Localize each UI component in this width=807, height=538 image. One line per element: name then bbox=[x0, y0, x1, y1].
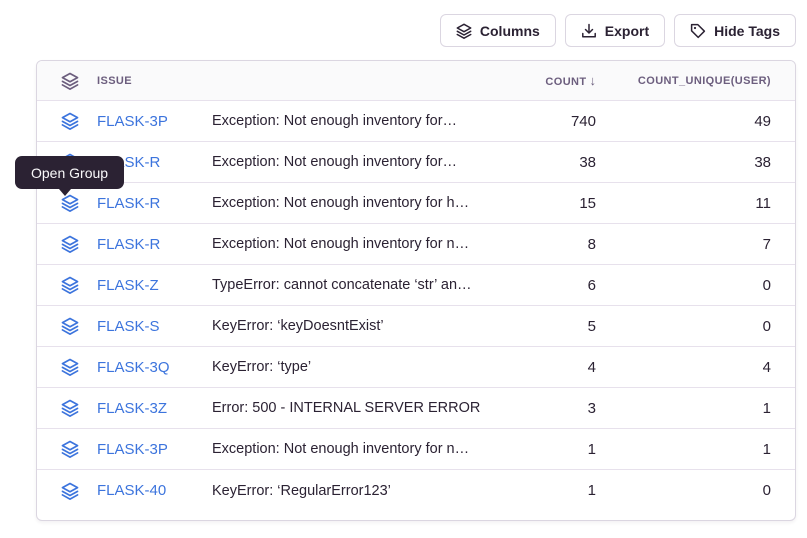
count-unique-value: 49 bbox=[596, 113, 771, 130]
count-unique-value: 0 bbox=[596, 277, 771, 294]
table-row: FLASK-40 KeyError: ‘RegularError123’ 1 0 bbox=[37, 470, 795, 511]
column-header-count-unique-user[interactable]: COUNT_UNIQUE(USER) bbox=[596, 75, 771, 87]
count-value: 38 bbox=[496, 154, 596, 171]
open-group-stack-icon[interactable] bbox=[37, 317, 97, 335]
open-group-stack-icon[interactable] bbox=[37, 194, 97, 212]
count-unique-value: 11 bbox=[596, 195, 771, 212]
count-value: 8 bbox=[496, 236, 596, 253]
open-group-stack-icon[interactable] bbox=[37, 399, 97, 417]
count-unique-value: 1 bbox=[596, 441, 771, 458]
count-value: 1 bbox=[496, 441, 596, 458]
results-table: ISSUE COUNT↓ COUNT_UNIQUE(USER) FLASK-3P… bbox=[36, 60, 796, 521]
issue-title: Exception: Not enough inventory for h… bbox=[212, 195, 496, 211]
count-value: 5 bbox=[496, 318, 596, 335]
table-row: FLASK-3Q KeyError: ‘type’ 4 4 bbox=[37, 347, 795, 388]
issue-title: KeyError: ‘type’ bbox=[212, 359, 496, 375]
issue-title: Exception: Not enough inventory for n… bbox=[212, 236, 496, 252]
hide-tags-button-label: Hide Tags bbox=[714, 23, 780, 39]
table-row: FLASK-R Exception: Not enough inventory … bbox=[37, 142, 795, 183]
issue-title: Error: 500 - INTERNAL SERVER ERROR bbox=[212, 400, 496, 416]
issue-link[interactable]: FLASK-R bbox=[97, 195, 212, 212]
count-value: 1 bbox=[496, 482, 596, 499]
open-group-stack-icon[interactable] bbox=[37, 482, 97, 500]
header-stack-icon bbox=[37, 72, 97, 90]
columns-button[interactable]: Columns bbox=[440, 14, 556, 47]
count-value: 4 bbox=[496, 359, 596, 376]
table-row: FLASK-R Exception: Not enough inventory … bbox=[37, 224, 795, 265]
table-row: FLASK-3P Exception: Not enough inventory… bbox=[37, 101, 795, 142]
issue-link[interactable]: FLASK-R bbox=[97, 236, 212, 253]
export-button-label: Export bbox=[605, 23, 649, 39]
issue-link[interactable]: FLASK-3Z bbox=[97, 400, 212, 417]
table-row: FLASK-S KeyError: ‘keyDoesntExist’ 5 0 bbox=[37, 306, 795, 347]
table-body: FLASK-3P Exception: Not enough inventory… bbox=[37, 101, 795, 511]
issue-link[interactable]: FLASK-40 bbox=[97, 482, 212, 499]
issue-link[interactable]: FLASK-3P bbox=[97, 441, 212, 458]
table-toolbar: Columns Export Hide Tags bbox=[440, 14, 796, 47]
count-value: 3 bbox=[496, 400, 596, 417]
hide-tags-button[interactable]: Hide Tags bbox=[674, 14, 796, 47]
column-header-count[interactable]: COUNT↓ bbox=[496, 73, 596, 88]
issue-link[interactable]: FLASK-3P bbox=[97, 113, 212, 130]
count-value: 15 bbox=[496, 195, 596, 212]
issue-title: TypeError: cannot concatenate ‘str’ an… bbox=[212, 277, 496, 293]
issue-title: Exception: Not enough inventory for n… bbox=[212, 441, 496, 457]
count-unique-value: 0 bbox=[596, 482, 771, 499]
open-group-tooltip-label: Open Group bbox=[31, 165, 108, 181]
issue-title: Exception: Not enough inventory for… bbox=[212, 154, 496, 170]
table-row: FLASK-Z TypeError: cannot concatenate ‘s… bbox=[37, 265, 795, 306]
open-group-stack-icon[interactable] bbox=[37, 440, 97, 458]
export-button[interactable]: Export bbox=[565, 14, 665, 47]
open-group-tooltip: Open Group bbox=[15, 156, 124, 189]
download-icon bbox=[581, 23, 597, 39]
count-value: 6 bbox=[496, 277, 596, 294]
count-value: 740 bbox=[496, 113, 596, 130]
issue-link[interactable]: FLASK-S bbox=[97, 318, 212, 335]
count-unique-value: 1 bbox=[596, 400, 771, 417]
open-group-stack-icon[interactable] bbox=[37, 358, 97, 376]
column-header-issue[interactable]: ISSUE bbox=[97, 75, 212, 87]
issue-title: KeyError: ‘RegularError123’ bbox=[212, 483, 496, 499]
table-row: FLASK-R Exception: Not enough inventory … bbox=[37, 183, 795, 224]
count-unique-value: 0 bbox=[596, 318, 771, 335]
count-unique-value: 4 bbox=[596, 359, 771, 376]
issue-title: Exception: Not enough inventory for… bbox=[212, 113, 496, 129]
count-unique-value: 7 bbox=[596, 236, 771, 253]
open-group-stack-icon[interactable] bbox=[37, 112, 97, 130]
tag-icon bbox=[690, 23, 706, 39]
columns-button-label: Columns bbox=[480, 23, 540, 39]
table-header-row: ISSUE COUNT↓ COUNT_UNIQUE(USER) bbox=[37, 61, 795, 101]
open-group-stack-icon[interactable] bbox=[37, 276, 97, 294]
issue-title: KeyError: ‘keyDoesntExist’ bbox=[212, 318, 496, 334]
issue-link[interactable]: FLASK-3Q bbox=[97, 359, 212, 376]
table-row: FLASK-3P Exception: Not enough inventory… bbox=[37, 429, 795, 470]
table-row: FLASK-3Z Error: 500 - INTERNAL SERVER ER… bbox=[37, 388, 795, 429]
count-unique-value: 38 bbox=[596, 154, 771, 171]
issue-link[interactable]: FLASK-Z bbox=[97, 277, 212, 294]
stack-icon bbox=[456, 23, 472, 39]
open-group-stack-icon[interactable] bbox=[37, 235, 97, 253]
